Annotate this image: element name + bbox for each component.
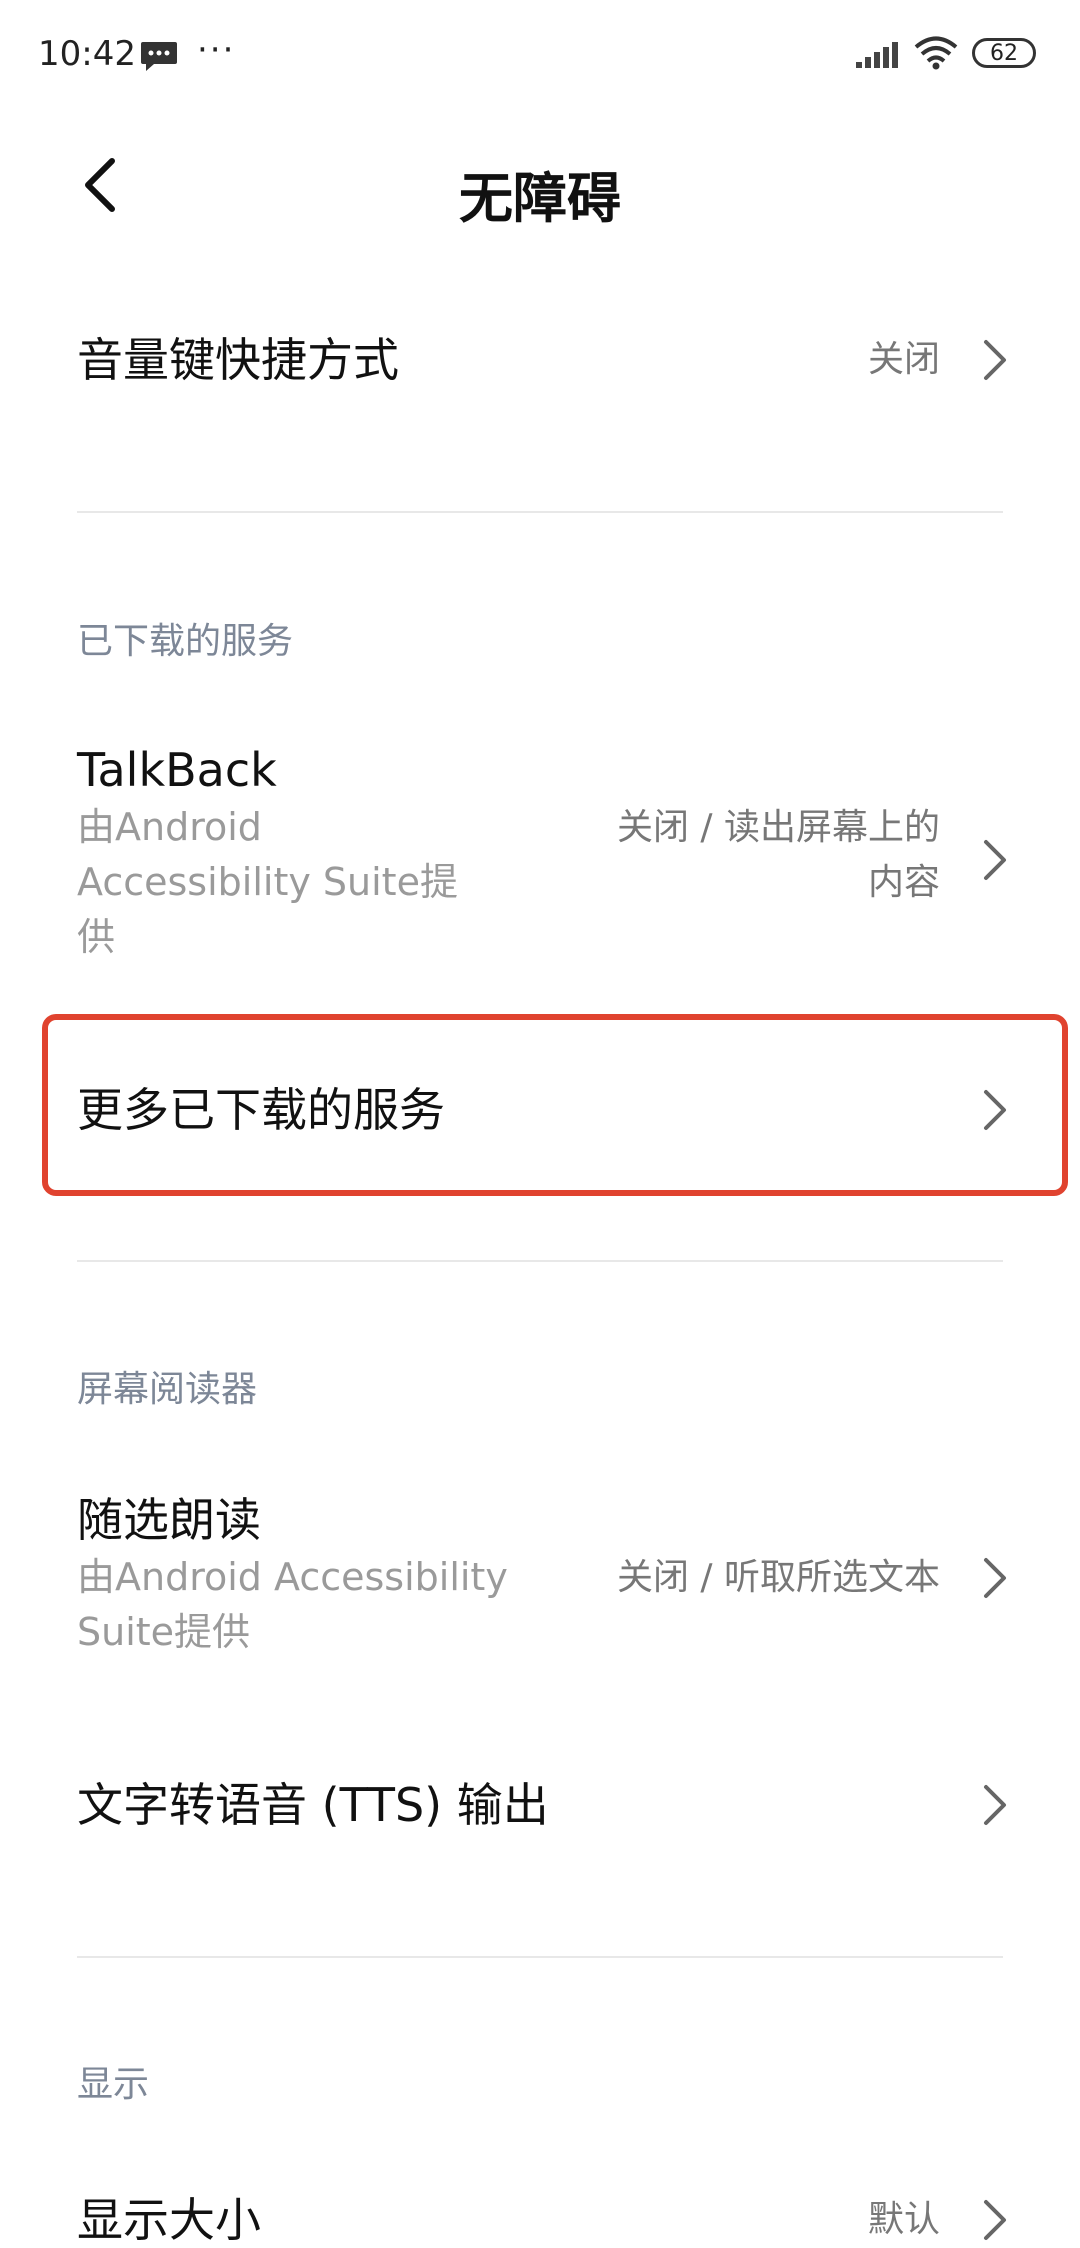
divider [77,511,1003,513]
more-services-row[interactable]: 更多已下载的服务 [0,1060,1080,1160]
divider [77,1956,1003,1958]
talkback-value: 关闭 / 读出屏幕上的 内容 [617,800,940,910]
screen: 10:42 ··· 62 无障碍 音量键快捷方式 关闭 已下载的服务 TalkB… [0,0,1080,2248]
more-icon: ··· [197,30,236,70]
page-title: 无障碍 [459,167,621,230]
select-to-speak-row[interactable]: 随选朗读 由Android Accessibility Suite提供 关闭 /… [0,1490,1080,1670]
talkback-row[interactable]: TalkBack 由Android Accessibility Suite提 供… [0,740,1080,980]
divider [77,1260,1003,1262]
volume-shortcut-value: 关闭 [867,339,940,380]
more-services-title: 更多已下载的服务 [77,1083,445,1137]
message-icon [141,42,177,71]
tts-row[interactable]: 文字转语音 (TTS) 输出 [0,1755,1080,1855]
section-header-screen-reader: 屏幕阅读器 [77,1369,258,1410]
display-size-title: 显示大小 [77,2193,261,2247]
select-to-speak-value: 关闭 / 听取所选文本 [616,1557,940,1598]
talkback-subtitle-line: 供 [77,915,116,959]
status-time: 10:42 [38,34,136,74]
select-to-speak-title: 随选朗读 [77,1493,261,1547]
talkback-subtitle-line: 由Android [77,805,262,849]
wifi-icon [914,36,958,70]
battery-icon: 62 [972,38,1036,68]
volume-shortcut-row[interactable]: 音量键快捷方式 关闭 [0,310,1080,410]
talkback-value-line: 关闭 / 读出屏幕上的 [616,807,940,848]
chevron-right-icon [984,2200,1006,2240]
chevron-right-icon [984,1558,1006,1598]
battery-level: 62 [990,40,1018,66]
display-size-value: 默认 [867,2199,940,2240]
select-to-speak-subtitle-line: 由Android Accessibility [77,1555,508,1599]
talkback-title: TalkBack [77,743,277,797]
chevron-right-icon [984,340,1006,380]
header: 无障碍 [0,130,1080,240]
chevron-right-icon [984,1090,1006,1130]
display-size-row[interactable]: 显示大小 默认 [0,2170,1080,2248]
chevron-right-icon [984,840,1006,880]
status-bar: 10:42 ··· 62 [0,0,1080,110]
signal-icon [856,42,898,68]
volume-shortcut-title: 音量键快捷方式 [77,333,399,387]
section-header-display: 显示 [77,2064,150,2105]
tts-title: 文字转语音 (TTS) 输出 [77,1778,549,1832]
talkback-subtitle-line: Accessibility Suite提 [77,860,458,904]
select-to-speak-subtitle-line: Suite提供 [77,1610,251,1654]
talkback-value-line: 内容 [867,862,940,903]
chevron-right-icon [984,1785,1006,1825]
section-header-downloaded: 已下载的服务 [77,621,294,662]
